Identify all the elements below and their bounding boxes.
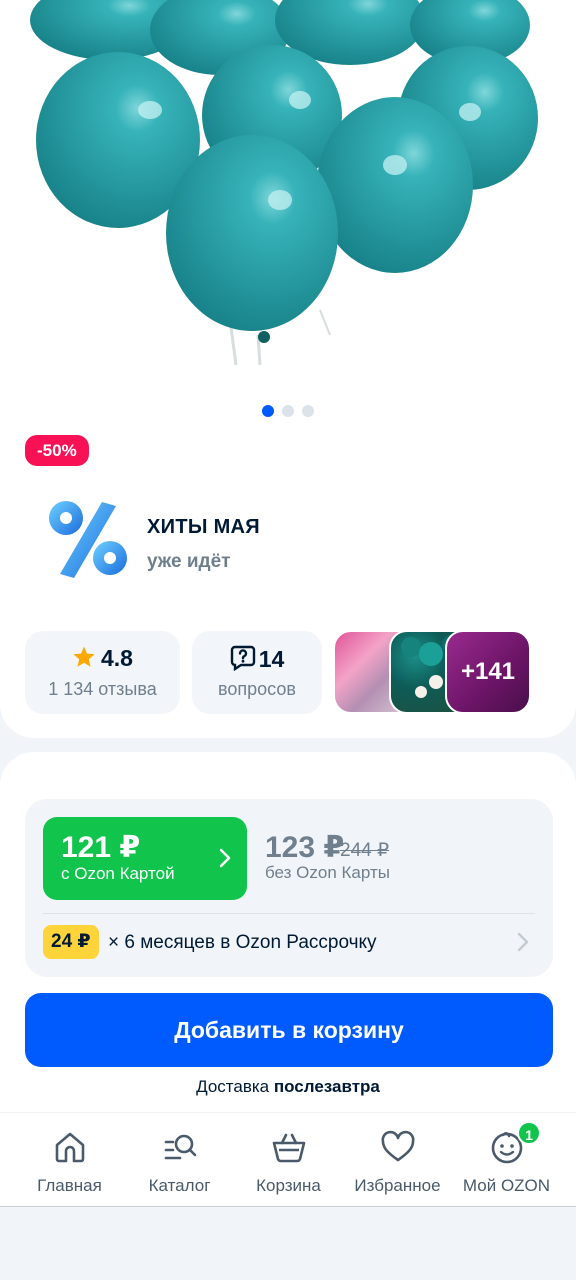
product-page: -50% ХИТЫ МАЯ уже идёт 4.8 1 134 отзыва … — [0, 0, 576, 1280]
nav-label: Мой OZON — [462, 1176, 551, 1195]
questions-count: 14 — [258, 646, 285, 672]
questions-row: 14 — [192, 645, 322, 675]
basket-icon — [272, 1133, 305, 1163]
delivery-info: Доставка послезавтра — [0, 1077, 576, 1097]
price-box: 121 ₽ с Ozon Картой 123 ₽ 244 ₽ без Ozon… — [25, 799, 553, 977]
more-photos[interactable]: +141 — [445, 630, 531, 714]
price-section: 121 ₽ с Ozon Картой 123 ₽ 244 ₽ без Ozon… — [0, 752, 576, 1112]
installment-text[interactable]: × 6 месяцев в Ozon Рассрочку — [108, 932, 377, 954]
rating-card[interactable]: 4.8 1 134 отзыва — [25, 631, 180, 714]
gallery-dot[interactable] — [282, 405, 294, 417]
nav-label: Главная — [37, 1176, 102, 1195]
rating-row: 4.8 — [25, 645, 180, 675]
customer-photos[interactable]: +141 — [333, 630, 533, 714]
home-icon — [55, 1132, 84, 1163]
nav-catalog[interactable]: Каталог — [122, 1113, 237, 1207]
more-photos-count: +141 — [460, 658, 516, 685]
star-icon — [73, 646, 95, 667]
divider — [43, 913, 535, 914]
notification-badge: 1 — [517, 1121, 541, 1145]
product-image-gallery[interactable] — [0, 0, 576, 395]
promo-banner[interactable]: ХИТЫ МАЯ уже идёт — [40, 492, 540, 586]
regular-price: 123 ₽ — [265, 831, 345, 864]
catalog-search-icon — [164, 1134, 196, 1160]
nav-label: Каталог — [148, 1176, 211, 1195]
old-price: 244 ₽ — [340, 840, 390, 861]
question-bubble-icon — [230, 645, 255, 671]
ozon-card-price: 121 ₽ — [61, 831, 141, 864]
questions-label: вопросов — [218, 679, 296, 699]
discount-badge: -50% — [25, 435, 89, 466]
gallery-dot[interactable] — [302, 405, 314, 417]
product-header-card: -50% ХИТЫ МАЯ уже идёт 4.8 1 134 отзыва … — [0, 0, 576, 738]
nav-favorites[interactable]: Избранное — [340, 1113, 455, 1207]
rating-value: 4.8 — [101, 645, 133, 671]
bottom-navigation: Главная Каталог Корзина Избранное 1 Мой … — [0, 1112, 576, 1207]
chevron-right-icon — [219, 848, 231, 868]
heart-icon — [381, 1130, 414, 1162]
nav-label: Корзина — [256, 1176, 321, 1195]
gallery-pagination — [0, 404, 576, 418]
promo-subtitle: уже идёт — [147, 551, 231, 572]
ozon-card-price-button[interactable]: 121 ₽ с Ozon Картой — [43, 817, 247, 900]
installment-badge: 24 ₽ — [43, 925, 99, 959]
reviews-count: 1 134 отзыва — [48, 679, 157, 699]
nav-my-ozon[interactable]: 1 Мой OZON — [449, 1113, 564, 1207]
ozon-card-label: с Ozon Картой — [61, 864, 175, 883]
percent-icon — [49, 501, 127, 578]
gallery-dot-active[interactable] — [262, 405, 274, 417]
nav-cart[interactable]: Корзина — [231, 1113, 346, 1207]
promo-title: ХИТЫ МАЯ — [147, 516, 260, 538]
questions-card[interactable]: 14 вопросов — [192, 631, 322, 714]
delivery-prefix: Доставка — [196, 1077, 270, 1096]
chevron-right-icon[interactable] — [517, 932, 529, 952]
regular-price-label: без Ozon Карты — [265, 863, 390, 882]
balloons-image — [30, 0, 538, 366]
nav-home[interactable]: Главная — [12, 1113, 127, 1207]
nav-label: Избранное — [354, 1176, 441, 1195]
add-to-cart-button[interactable]: Добавить в корзину — [25, 993, 553, 1067]
delivery-date: послезавтра — [273, 1077, 380, 1096]
